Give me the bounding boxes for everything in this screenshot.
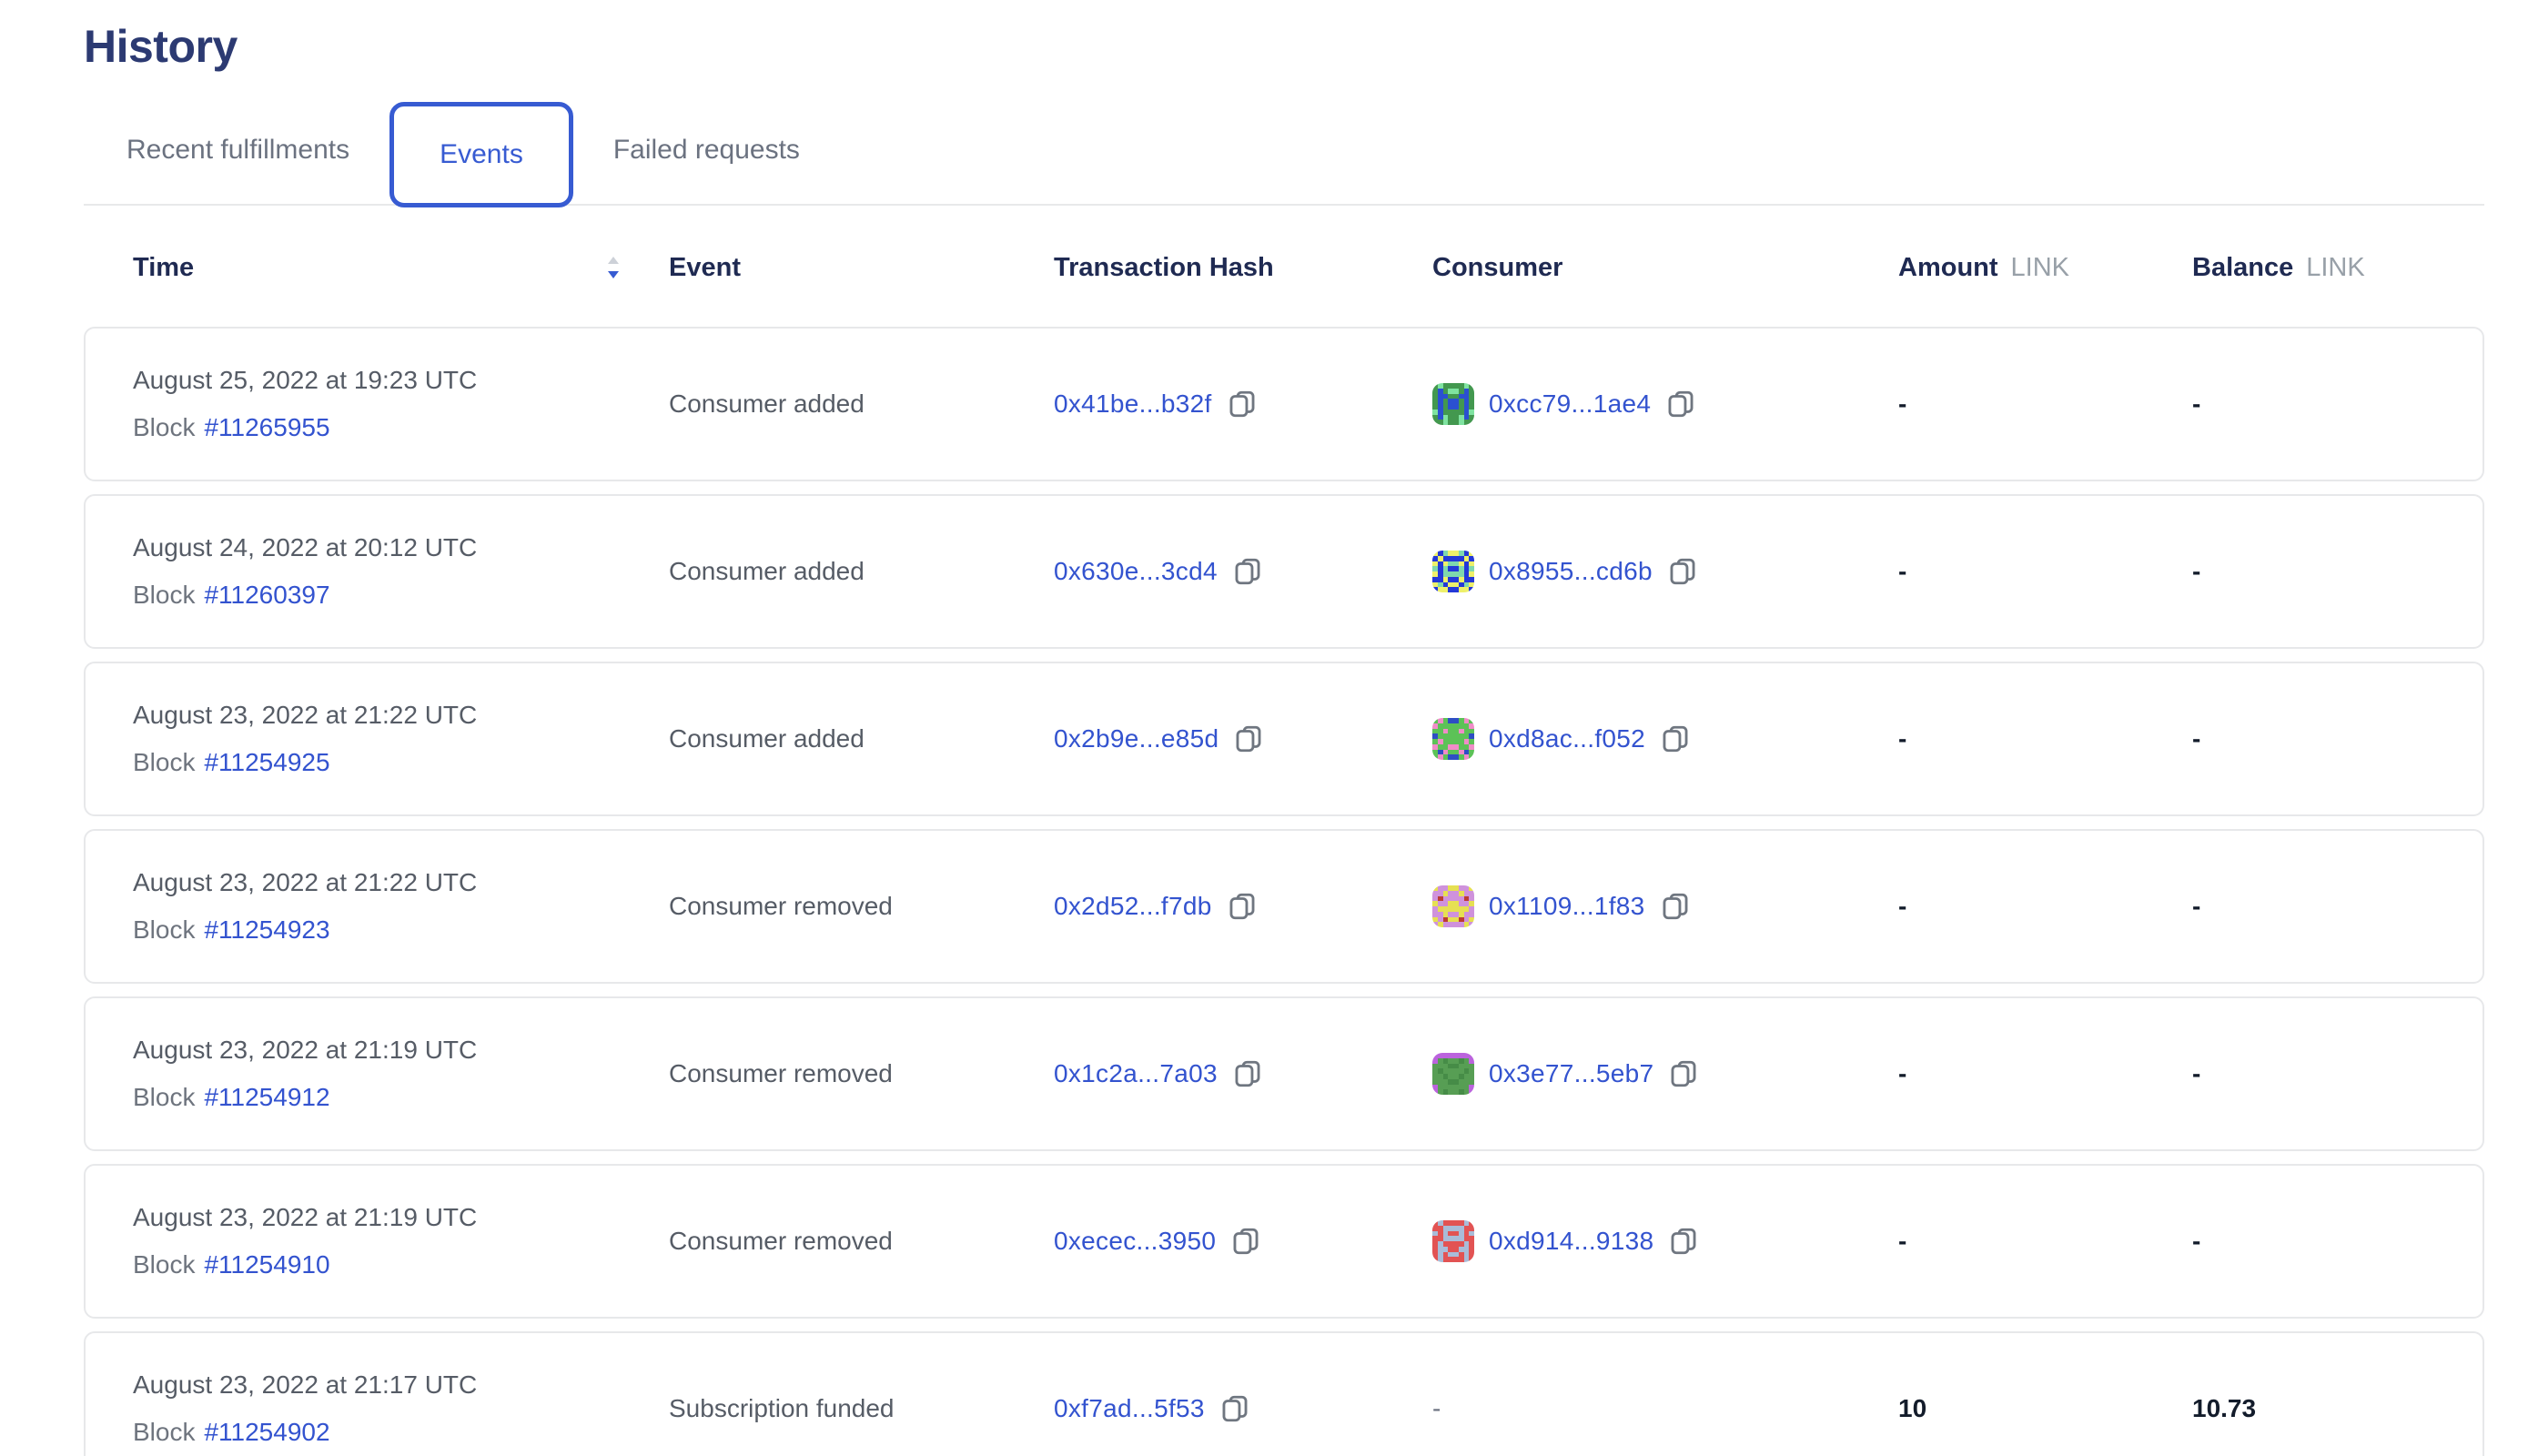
row-amount: - [1898,557,2192,586]
row-date: August 23, 2022 at 21:19 UTC [133,1203,669,1232]
table-row: August 23, 2022 at 21:17 UTC Block #11254… [84,1331,2484,1456]
row-balance: - [2192,1227,2435,1256]
table-row: August 23, 2022 at 21:22 UTC Block #11254… [84,662,2484,816]
block-label: Block [133,748,195,776]
tx-hash-link[interactable]: 0x41be...b32f [1054,389,1212,419]
row-date: August 23, 2022 at 21:17 UTC [133,1370,669,1400]
block-label: Block [133,1083,195,1111]
column-header-time[interactable]: Time [133,253,669,283]
consumer-avatar [1432,383,1474,425]
tx-hash-link[interactable]: 0x2d52...f7db [1054,892,1212,921]
copy-icon[interactable] [1665,389,1696,420]
block-number-link[interactable]: #11260397 [204,581,329,609]
consumer-avatar [1432,718,1474,760]
consumer-avatar [1432,1053,1474,1095]
consumer-address-link[interactable]: 0xcc79...1ae4 [1489,389,1651,419]
table-header: Time Event Transaction Hash Consumer Amo… [84,206,2484,327]
copy-icon[interactable] [1227,389,1258,420]
row-balance: - [2192,1059,2435,1088]
block-number-link[interactable]: #11254923 [204,915,329,944]
block-label: Block [133,413,195,441]
table-row: August 24, 2022 at 20:12 UTC Block #11260… [84,494,2484,649]
copy-icon[interactable] [1668,1058,1699,1089]
row-balance: - [2192,557,2435,586]
consumer-address-link[interactable]: 0xd8ac...f052 [1489,724,1645,753]
row-date: August 23, 2022 at 21:19 UTC [133,1036,669,1065]
row-amount: - [1898,724,2192,753]
copy-icon[interactable] [1667,556,1698,587]
row-event: Consumer removed [669,892,1054,921]
block-label: Block [133,581,195,609]
row-event: Consumer removed [669,1227,1054,1256]
row-event: Consumer added [669,557,1054,586]
row-date: August 23, 2022 at 21:22 UTC [133,868,669,897]
row-balance: - [2192,724,2435,753]
copy-icon[interactable] [1660,891,1691,922]
row-balance: - [2192,389,2435,419]
column-header-consumer: Consumer [1432,253,1898,283]
copy-icon[interactable] [1660,723,1691,754]
consumer-address-link[interactable]: 0x1109...1f83 [1489,892,1645,921]
copy-icon[interactable] [1668,1226,1699,1257]
block-label: Block [133,1418,195,1446]
copy-icon[interactable] [1219,1393,1250,1424]
row-balance: 10.73 [2192,1394,2435,1423]
column-header-amount: Amount LINK [1898,253,2192,283]
block-number-link[interactable]: #11254902 [204,1418,329,1446]
consumer-empty: - [1432,1394,1441,1422]
page-title: History [84,20,2528,73]
block-label: Block [133,915,195,944]
block-number-link[interactable]: #11254912 [204,1083,329,1111]
amount-unit-label: LINK [2011,253,2069,283]
consumer-avatar [1432,551,1474,592]
block-number-link[interactable]: #11265955 [204,413,329,441]
row-balance: - [2192,892,2435,921]
consumer-address-link[interactable]: 0x3e77...5eb7 [1489,1059,1653,1088]
copy-icon[interactable] [1230,1226,1261,1257]
row-event: Subscription funded [669,1394,1054,1423]
consumer-avatar [1432,1220,1474,1262]
consumer-address-link[interactable]: 0x8955...cd6b [1489,557,1653,586]
copy-icon[interactable] [1232,556,1263,587]
block-number-link[interactable]: #11254925 [204,748,329,776]
tx-hash-link[interactable]: 0x1c2a...7a03 [1054,1059,1218,1088]
row-amount: - [1898,1059,2192,1088]
tab-events[interactable]: Events [389,102,573,207]
tab-recent-fulfillments[interactable]: Recent fulfillments [126,135,349,166]
consumer-address-link[interactable]: 0xd914...9138 [1489,1227,1653,1256]
row-date: August 23, 2022 at 21:22 UTC [133,701,669,730]
row-date: August 25, 2022 at 19:23 UTC [133,366,669,395]
column-header-event: Event [669,253,1054,283]
table-row: August 23, 2022 at 21:19 UTC Block #11254… [84,1164,2484,1319]
row-event: Consumer added [669,389,1054,419]
column-header-tx: Transaction Hash [1054,253,1432,283]
row-amount: - [1898,1227,2192,1256]
tab-failed-requests[interactable]: Failed requests [613,135,800,166]
row-amount: - [1898,892,2192,921]
row-amount: - [1898,389,2192,419]
tx-hash-link[interactable]: 0xf7ad...5f53 [1054,1394,1205,1423]
row-amount: 10 [1898,1394,2192,1423]
row-event: Consumer added [669,724,1054,753]
copy-icon[interactable] [1233,723,1264,754]
column-header-balance: Balance LINK [2192,253,2435,283]
tx-hash-link[interactable]: 0x630e...3cd4 [1054,557,1218,586]
table-row: August 23, 2022 at 21:19 UTC Block #11254… [84,996,2484,1151]
balance-unit-label: LINK [2306,253,2364,283]
table-row: August 25, 2022 at 19:23 UTC Block #11265… [84,327,2484,481]
tx-hash-link[interactable]: 0x2b9e...e85d [1054,724,1218,753]
tx-hash-link[interactable]: 0xecec...3950 [1054,1227,1216,1256]
copy-icon[interactable] [1232,1058,1263,1089]
row-event: Consumer removed [669,1059,1054,1088]
consumer-avatar [1432,885,1474,927]
block-number-link[interactable]: #11254910 [204,1250,329,1279]
block-label: Block [133,1250,195,1279]
copy-icon[interactable] [1227,891,1258,922]
history-page: History Recent fulfillments Events Faile… [0,20,2528,1456]
table-row: August 23, 2022 at 21:22 UTC Block #11254… [84,829,2484,984]
tab-bar: Recent fulfillments Events Failed reques… [84,96,2484,206]
sort-descending-icon[interactable] [605,254,622,283]
row-date: August 24, 2022 at 20:12 UTC [133,533,669,562]
